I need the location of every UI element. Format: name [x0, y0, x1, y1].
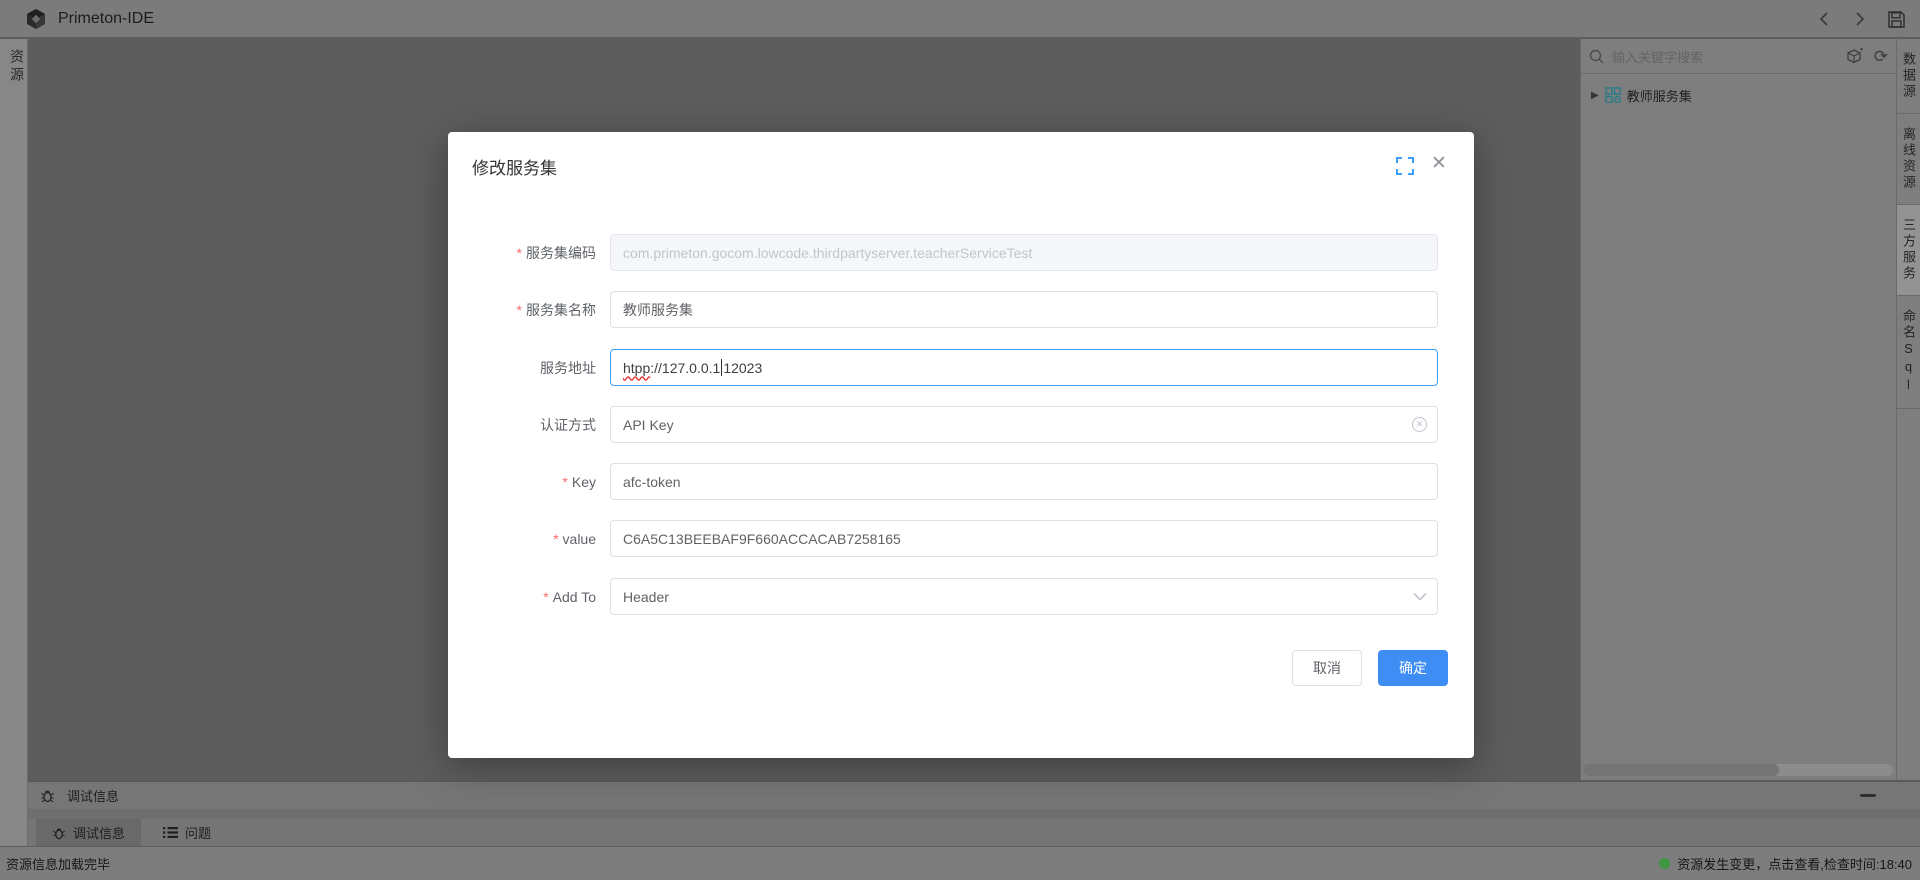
tab-problems[interactable]: 问题	[147, 819, 227, 846]
refresh-icon[interactable]: ⟳	[1874, 48, 1888, 65]
search-icon	[1589, 49, 1604, 64]
status-message: 资源信息加载完毕	[6, 854, 110, 873]
fullscreen-icon[interactable]	[1396, 157, 1414, 175]
dialog-footer: 取消 确定	[1292, 650, 1448, 686]
form-row-add-to: * Add To Header	[448, 578, 1474, 615]
misspelled-text: htpp	[623, 360, 650, 376]
left-rail: 资源	[0, 39, 28, 846]
bottom-panel: 调试信息 调试信息 调试信息	[0, 780, 1920, 880]
field-label: * Add To	[448, 578, 596, 615]
value-input[interactable]: C6A5C13BEEBAF9F660ACCACAB7258165	[610, 520, 1438, 557]
tab-debug-label: 调试信息	[73, 823, 125, 842]
clipped-row: 调试信息	[28, 809, 1920, 819]
field-label: 服务地址	[448, 349, 596, 386]
debug-header-label: 调试信息	[67, 786, 119, 805]
ide-screen: Primeton-IDE 资源 输入关键字搜索	[0, 0, 1920, 880]
rail-tab-offline-resources[interactable]: 离线资源	[1897, 114, 1920, 205]
ok-button[interactable]: 确定	[1378, 650, 1448, 686]
chevron-down-icon	[1413, 592, 1427, 601]
rail-tab-thirdparty-services[interactable]: 三方服务	[1897, 205, 1920, 296]
field-label: 认证方式	[448, 406, 596, 443]
field-label: * 服务集名称	[448, 291, 596, 328]
rail-tab-named-sql[interactable]: 命名Sql	[1897, 296, 1920, 409]
auth-type-select[interactable]: API Key ✕	[610, 406, 1438, 443]
dialog-title: 修改服务集	[472, 154, 557, 179]
form-row-service-address: 服务地址 htpp://127.0.0.112023	[448, 349, 1474, 386]
nav-forward-icon[interactable]	[1850, 9, 1870, 29]
service-name-input[interactable]: 教师服务集	[610, 291, 1438, 328]
text-caret	[721, 359, 722, 376]
debug-info-header[interactable]: 调试信息	[28, 781, 1920, 809]
required-marker: *	[553, 531, 558, 547]
close-icon[interactable]: ✕	[1428, 153, 1450, 175]
tab-problems-label: 问题	[185, 823, 211, 842]
add-to-select[interactable]: Header	[610, 578, 1438, 615]
form-row-value: * value C6A5C13BEEBAF9F660ACCACAB7258165	[448, 520, 1474, 557]
field-label: * Key	[448, 463, 596, 500]
right-rail: 数据源 离线资源 三方服务 命名Sql	[1896, 39, 1920, 780]
field-label: * value	[448, 520, 596, 557]
tree-search-input[interactable]: 输入关键字搜索	[1612, 47, 1846, 66]
title-bar: Primeton-IDE	[0, 0, 1920, 38]
status-green-dot-icon	[1659, 858, 1670, 869]
form-row-key: * Key afc-token	[448, 463, 1474, 500]
required-marker: *	[517, 245, 522, 261]
required-marker: *	[543, 589, 548, 605]
list-icon	[163, 826, 178, 839]
tree-item-label: 教师服务集	[1627, 86, 1692, 105]
resource-change-notice[interactable]: 资源发生变更，点击查看,检查时间:18:40	[1659, 854, 1912, 873]
edit-service-set-dialog: 修改服务集 ✕ * 服务集编码 com.primeton.gocom.lowco…	[448, 132, 1474, 758]
app-title: Primeton-IDE	[58, 10, 154, 28]
app-logo-icon	[24, 7, 48, 31]
cancel-button[interactable]: 取消	[1292, 650, 1362, 686]
required-marker: *	[517, 302, 522, 318]
required-marker: *	[562, 474, 567, 490]
tree-horizontal-scrollbar[interactable]	[1583, 764, 1893, 776]
service-set-icon	[1605, 87, 1621, 103]
resource-change-text: 资源发生变更，点击查看,检查时间:18:40	[1677, 854, 1912, 873]
form-row-service-name: * 服务集名称 教师服务集	[448, 291, 1474, 328]
debug-icon	[52, 826, 66, 840]
service-address-input[interactable]: htpp://127.0.0.112023	[610, 349, 1438, 386]
status-bar: 资源信息加载完毕 资源发生变更，点击查看,检查时间:18:40	[0, 846, 1920, 880]
form-row-auth-type: 认证方式 API Key ✕	[448, 406, 1474, 443]
rail-tab-datasource[interactable]: 数据源	[1897, 39, 1920, 114]
tree-item-service-set[interactable]: ▶ 教师服务集	[1581, 80, 1896, 110]
field-label: * 服务集编码	[448, 234, 596, 271]
tree-search-row: 输入关键字搜索 ⟳	[1581, 39, 1896, 74]
collapse-panel-icon[interactable]	[1860, 794, 1876, 797]
scrollbar-thumb[interactable]	[1583, 764, 1779, 776]
key-input[interactable]: afc-token	[610, 463, 1438, 500]
add-service-icon[interactable]	[1846, 47, 1864, 65]
form-row-service-code: * 服务集编码 com.primeton.gocom.lowcode.third…	[448, 234, 1474, 271]
left-rail-tab-resources[interactable]: 资源	[0, 49, 27, 85]
clear-icon[interactable]: ✕	[1412, 417, 1427, 432]
tree-expand-caret-icon[interactable]: ▶	[1591, 90, 1599, 101]
tab-debug-info[interactable]: 调试信息	[36, 819, 141, 846]
nav-back-icon[interactable]	[1814, 9, 1834, 29]
debug-icon	[40, 788, 55, 803]
save-icon[interactable]	[1886, 9, 1906, 29]
service-code-input: com.primeton.gocom.lowcode.thirdpartyser…	[610, 234, 1438, 271]
bottom-tab-row: 调试信息 问题	[28, 819, 1920, 846]
resource-tree-panel: 输入关键字搜索 ⟳ ▶ 教师服务集	[1580, 39, 1896, 780]
